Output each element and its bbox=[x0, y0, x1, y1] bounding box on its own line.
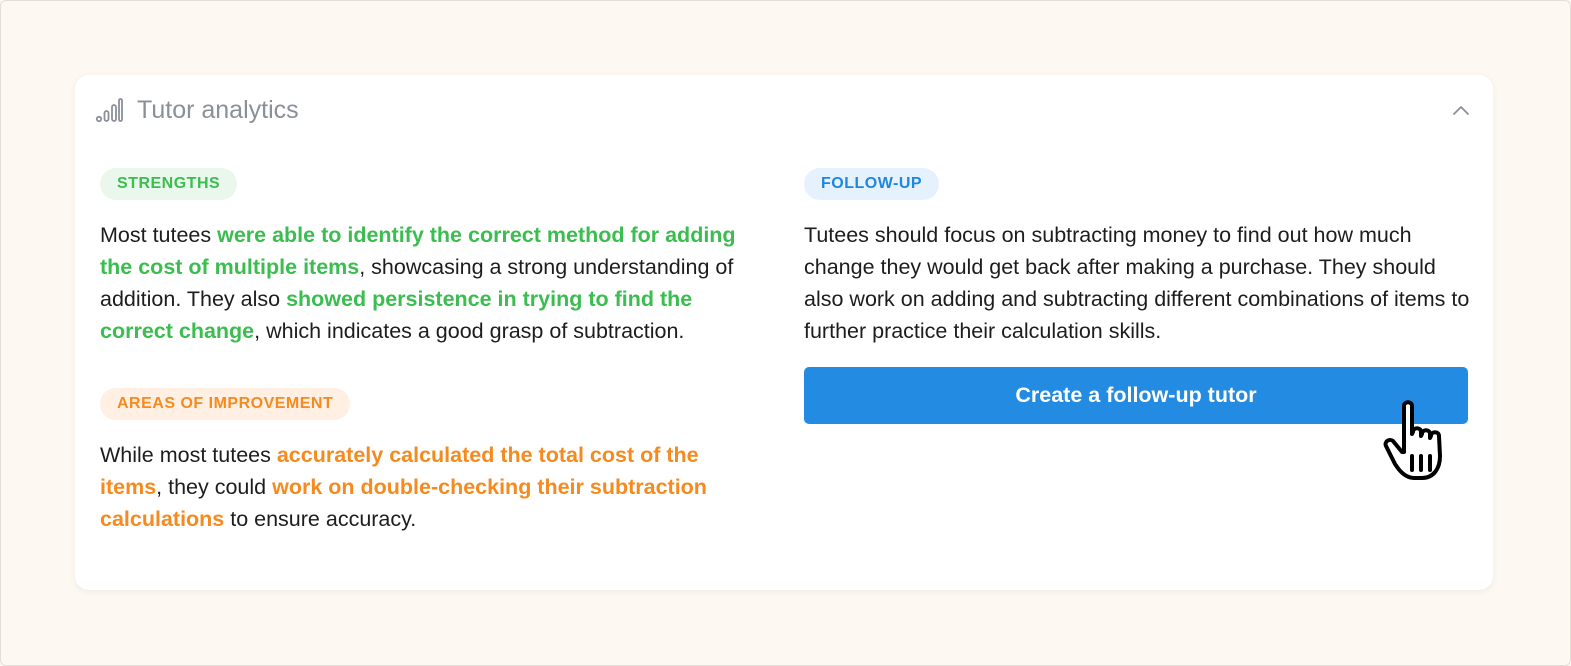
improvement-text-segment: to ensure accuracy. bbox=[224, 507, 417, 531]
card-title: Tutor analytics bbox=[137, 95, 299, 124]
create-follow-up-tutor-button[interactable]: Create a follow-up tutor bbox=[804, 367, 1468, 424]
followup-text: Tutees should focus on subtracting money… bbox=[804, 223, 1470, 343]
tutor-analytics-card: Tutor analytics STRENGTHS Most tutees we… bbox=[75, 75, 1493, 590]
strengths-text-segment: Most tutees bbox=[100, 223, 218, 247]
hand-pointer-icon bbox=[1383, 400, 1442, 480]
improvement-text: While most tutees accurately calculated … bbox=[100, 439, 760, 535]
strengths-text: Most tutees were able to identify the co… bbox=[100, 219, 760, 347]
right-column: FOLLOW-UP Tutees should focus on subtrac… bbox=[804, 168, 1472, 424]
left-column: STRENGTHS Most tutees were able to ident… bbox=[100, 168, 760, 535]
signal-bars-icon bbox=[95, 98, 123, 123]
improvement-text-segment: , they could bbox=[156, 475, 273, 499]
chevron-up-icon[interactable] bbox=[1449, 99, 1473, 123]
strengths-text-segment: , which indicates a good grasp of subtra… bbox=[254, 319, 685, 343]
improvement-text-segment: While most tutees bbox=[100, 443, 277, 467]
strengths-badge: STRENGTHS bbox=[100, 168, 238, 200]
followup-badge: FOLLOW-UP bbox=[804, 168, 940, 200]
card-header[interactable]: Tutor analytics bbox=[95, 91, 1473, 129]
improvement-badge: AREAS OF IMPROVEMENT bbox=[100, 388, 351, 420]
